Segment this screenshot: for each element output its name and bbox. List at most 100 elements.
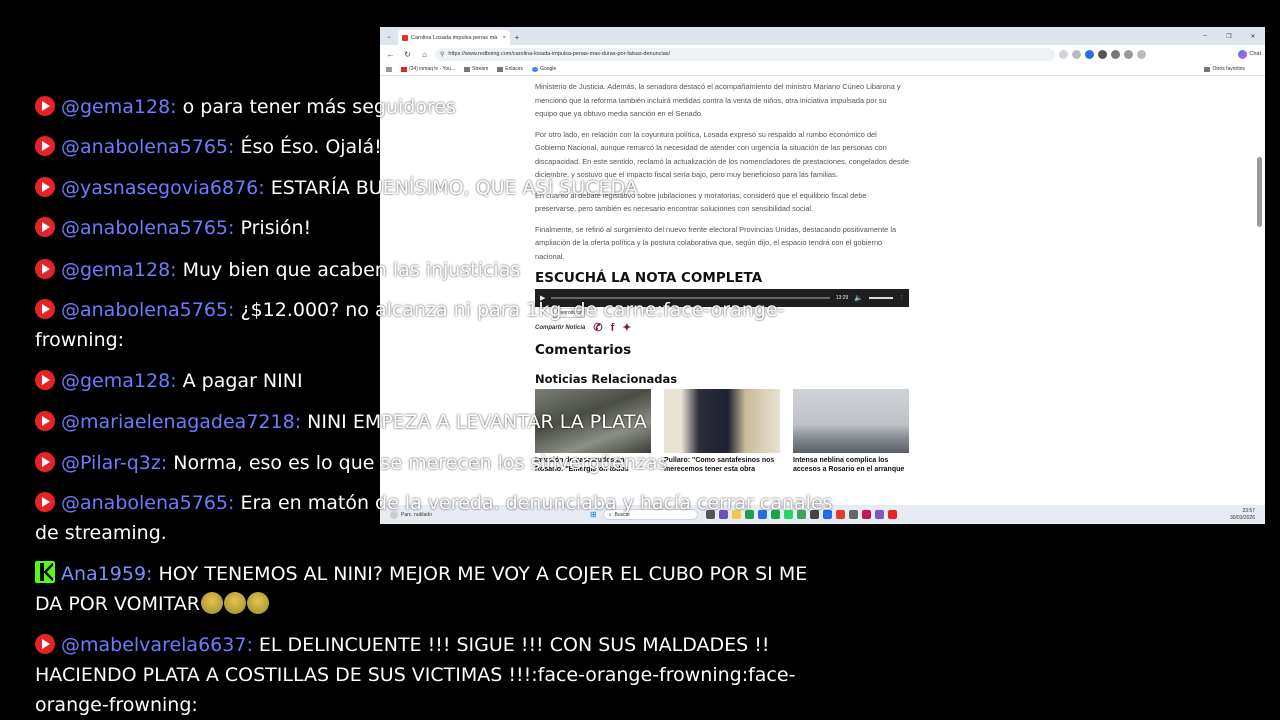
app-icon[interactable] bbox=[887, 510, 897, 519]
volume-icon[interactable]: 🔈 bbox=[854, 294, 863, 302]
search-placeholder: Buscar bbox=[614, 511, 631, 518]
folder-icon bbox=[464, 66, 471, 72]
volume-slider[interactable] bbox=[869, 297, 893, 299]
site-info-icon[interactable]: ⚲ bbox=[440, 51, 444, 58]
related-title[interactable]: Intensa neblina complica los accesos a R… bbox=[793, 456, 909, 474]
tab-list-icon[interactable]: ⌄ bbox=[380, 27, 398, 45]
back-arrow-icon[interactable]: ← bbox=[384, 48, 397, 61]
bookmark-item[interactable]: Google bbox=[532, 66, 556, 72]
audio-progress-track[interactable] bbox=[551, 297, 830, 299]
taskbar-clock[interactable]: 23:57 30/03/2026 bbox=[1230, 508, 1265, 522]
related-news-list: Invasión de cascarudos en Rosario: "Emer… bbox=[535, 389, 909, 474]
minimize-button[interactable]: – bbox=[1193, 27, 1217, 45]
app-icon[interactable] bbox=[705, 510, 715, 519]
copilot-chat-button[interactable]: Chat bbox=[1238, 49, 1261, 59]
downloads-icon[interactable] bbox=[1124, 49, 1133, 59]
chat-separator: : bbox=[170, 259, 183, 281]
chat-separator: : bbox=[160, 452, 174, 474]
taskbar-search[interactable]: ⌕ Buscar bbox=[602, 509, 698, 520]
app-icon[interactable] bbox=[822, 510, 832, 519]
app-icon[interactable] bbox=[809, 510, 819, 519]
pinned-apps bbox=[705, 510, 897, 519]
related-title[interactable]: Pullaro: "Como santafesinos nos merecemo… bbox=[664, 456, 780, 474]
chrome-icon[interactable] bbox=[835, 510, 845, 519]
read-aloud-icon[interactable] bbox=[1098, 49, 1107, 59]
related-thumbnail[interactable] bbox=[535, 389, 651, 453]
windows-start-icon[interactable]: ⊞ bbox=[590, 510, 597, 519]
bookmark-item[interactable]: Stream bbox=[464, 66, 488, 72]
extension-icon[interactable] bbox=[1059, 49, 1068, 59]
app-icon[interactable] bbox=[861, 510, 871, 519]
app-icon[interactable] bbox=[874, 510, 884, 519]
chat-username: @gema128 bbox=[61, 370, 171, 392]
bookmark-item[interactable]: Enlaces bbox=[497, 66, 523, 72]
chat-separator: : bbox=[228, 217, 241, 239]
new-tab-button[interactable]: + bbox=[510, 30, 524, 45]
other-bookmarks[interactable]: Otros favoritos bbox=[1204, 66, 1245, 72]
bookmark-apps[interactable] bbox=[386, 66, 392, 72]
app-icon[interactable] bbox=[796, 510, 806, 519]
facebook-icon[interactable]: f bbox=[611, 322, 615, 334]
related-thumbnail[interactable] bbox=[793, 389, 909, 453]
chat-separator: : bbox=[294, 411, 308, 433]
twitter-icon[interactable]: ✦ bbox=[622, 321, 631, 334]
page-scrollbar[interactable] bbox=[1257, 157, 1262, 227]
comments-heading: Comentarios bbox=[535, 342, 632, 358]
tab-close-icon[interactable]: × bbox=[502, 35, 506, 41]
chat-username: @mabelvarela6637 bbox=[61, 634, 247, 656]
chat-username: @yasnasegovia6876 bbox=[61, 177, 259, 199]
related-card[interactable]: Intensa neblina complica los accesos a R… bbox=[793, 389, 909, 474]
chat-text: HOY TENEMOS AL NINI? MEJOR ME VOY A COJE… bbox=[35, 563, 808, 615]
star-icon[interactable] bbox=[1072, 49, 1081, 59]
share-row: Compartir Noticia ✆ f ✦ bbox=[535, 321, 909, 335]
chat-text: Éso Éso. Ojalá! bbox=[240, 136, 382, 158]
chat-username: @anabolena5765 bbox=[61, 136, 229, 158]
play-icon[interactable]: ▶ bbox=[540, 294, 545, 302]
folder-icon[interactable] bbox=[731, 510, 741, 519]
related-card[interactable]: Pullaro: "Como santafesinos nos merecemo… bbox=[664, 389, 780, 474]
chat-username: @anabolena5765 bbox=[61, 299, 229, 321]
app-icon[interactable] bbox=[770, 510, 780, 519]
chat-text: Prisión! bbox=[240, 217, 312, 239]
app-icon[interactable] bbox=[718, 510, 728, 519]
edge-icon[interactable] bbox=[757, 510, 767, 519]
browser-tab[interactable]: Carolina Losada impulsa penas má × bbox=[398, 30, 510, 45]
copilot-icon bbox=[1238, 49, 1248, 59]
folder-icon bbox=[1204, 66, 1211, 72]
web-page: Ministerio de Justicia. Además, la senad… bbox=[380, 77, 1265, 505]
related-title[interactable]: Invasión de cascarudos en Rosario: "Emer… bbox=[535, 456, 651, 474]
maximize-button[interactable]: ❐ bbox=[1217, 27, 1241, 45]
browser-window: ⌄ Carolina Losada impulsa penas má × + –… bbox=[380, 27, 1265, 524]
whatsapp-icon[interactable]: ✆ bbox=[593, 321, 602, 334]
chat-separator: : bbox=[146, 563, 159, 585]
audio-time: 13:29 bbox=[835, 295, 849, 301]
bookmark-label: Enlaces bbox=[505, 66, 524, 72]
address-bar[interactable]: ⚲ https://www.redboing.com/carolina-losa… bbox=[435, 47, 1055, 61]
close-window-button[interactable]: ✕ bbox=[1241, 27, 1265, 45]
nauseated-face-icon bbox=[200, 592, 223, 614]
favorites-icon[interactable] bbox=[1111, 49, 1120, 59]
bookmark-item[interactable]: (34) inmaq tv - You... bbox=[401, 66, 455, 72]
home-icon[interactable]: ⌂ bbox=[418, 48, 431, 61]
profile-icon[interactable] bbox=[1137, 49, 1146, 59]
more-options-icon[interactable]: ⋮ bbox=[899, 295, 904, 301]
chat-separator: : bbox=[170, 370, 183, 392]
youtube-icon bbox=[35, 492, 55, 512]
site-favicon-icon bbox=[402, 34, 408, 41]
app-icon[interactable] bbox=[848, 510, 858, 519]
chat-separator: : bbox=[246, 634, 259, 656]
extension-icon[interactable] bbox=[1085, 49, 1094, 59]
clock-date: 30/03/2026 bbox=[1229, 514, 1255, 521]
app-icon[interactable] bbox=[744, 510, 754, 519]
reload-icon[interactable]: ↻ bbox=[401, 48, 414, 61]
whatsapp-icon[interactable] bbox=[783, 510, 793, 519]
chat-username: @mariaelenagadea7218 bbox=[61, 411, 295, 433]
weather-widget[interactable]: Parc. nublado bbox=[380, 510, 590, 519]
kick-icon bbox=[35, 561, 55, 583]
play-tooltip: Reproducir bbox=[553, 308, 586, 318]
related-card[interactable]: Invasión de cascarudos en Rosario: "Emer… bbox=[535, 389, 651, 474]
windows-taskbar: Parc. nublado ⊞ ⌕ Buscar 23:57 30/03/202… bbox=[380, 505, 1265, 524]
related-thumbnail[interactable] bbox=[664, 389, 780, 453]
chat-message: Ana1959: HOY TENEMOS AL NINI? MEJOR ME V… bbox=[35, 559, 835, 619]
audio-player[interactable]: ▶ 13:29 🔈 ⋮ Reproducir bbox=[535, 289, 909, 318]
